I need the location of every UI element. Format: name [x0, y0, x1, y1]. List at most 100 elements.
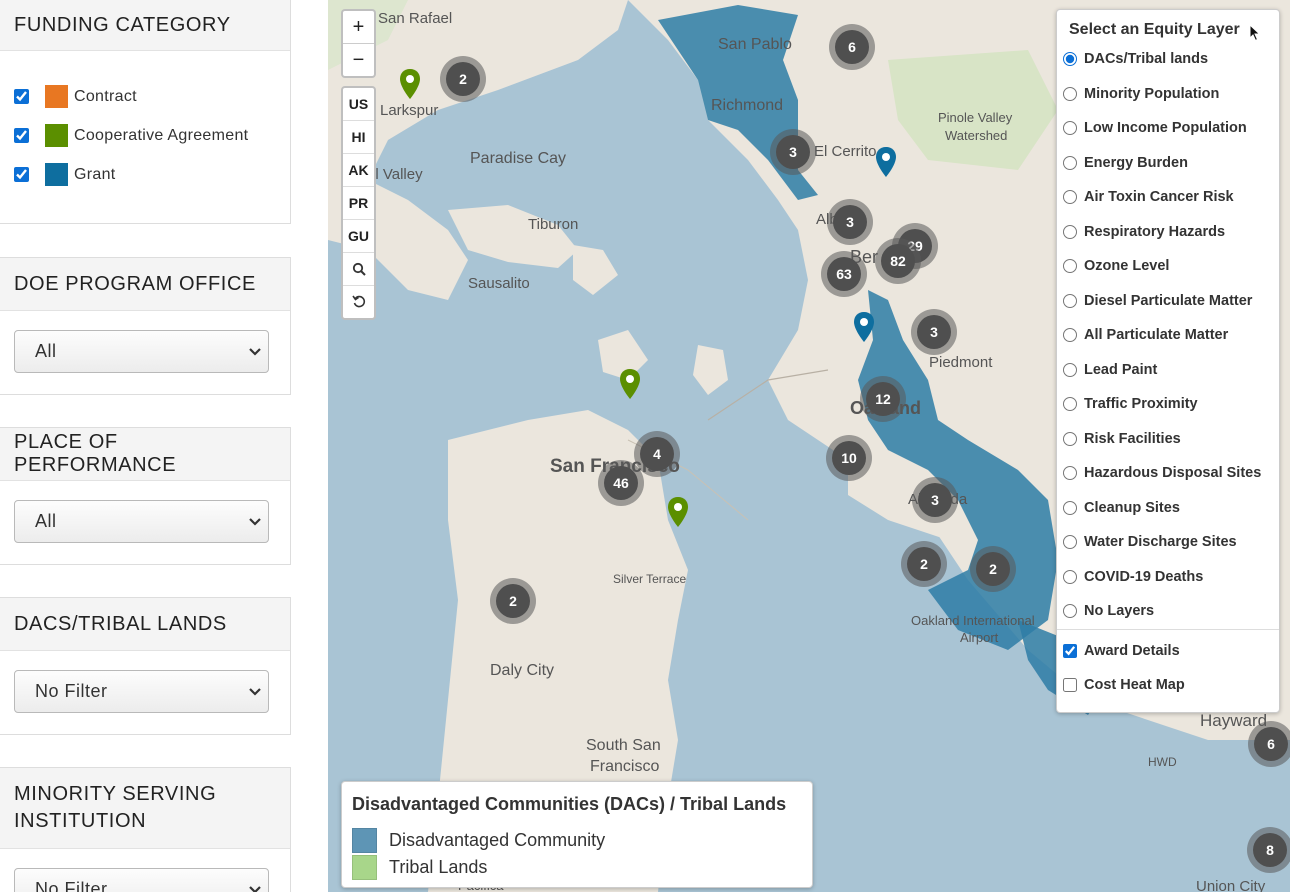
- equity-layer-panel: Select an Equity Layer DACs/Tribal lands…: [1056, 9, 1280, 713]
- cost-heat-map-toggle[interactable]: Cost Heat Map: [1063, 675, 1185, 695]
- equity-layer-radio[interactable]: [1063, 155, 1077, 170]
- map-cluster[interactable]: 10: [826, 435, 872, 481]
- region-gu-button[interactable]: GU: [343, 219, 374, 252]
- map-cluster[interactable]: 2: [440, 56, 486, 102]
- equity-layer-radio[interactable]: [1063, 500, 1077, 515]
- equity-layer-option[interactable]: DACs/Tribal lands: [1063, 49, 1208, 69]
- minority-serving-select[interactable]: No Filter: [14, 868, 269, 892]
- legend-item-tribal: Tribal Lands: [352, 855, 487, 880]
- cooperative-agreement-checkbox[interactable]: [14, 128, 29, 143]
- place-of-performance-select[interactable]: All: [14, 500, 269, 543]
- region-ak-button[interactable]: AK: [343, 153, 374, 186]
- map-search-button[interactable]: [343, 252, 374, 285]
- equity-layer-radio[interactable]: [1063, 259, 1077, 273]
- map-cluster[interactable]: 12: [860, 376, 906, 422]
- cluster-count: 63: [827, 257, 861, 291]
- map-cluster[interactable]: 46: [598, 460, 644, 506]
- map-cluster[interactable]: 2: [901, 541, 947, 587]
- equity-layer-option[interactable]: All Particulate Matter: [1063, 325, 1228, 345]
- map-marker-pin-icon[interactable]: [853, 311, 875, 343]
- map-cluster[interactable]: 82: [875, 238, 921, 284]
- equity-layer-radio[interactable]: [1063, 328, 1077, 342]
- equity-layer-radio[interactable]: [1063, 190, 1077, 204]
- map-marker-pin-icon[interactable]: [619, 368, 641, 400]
- equity-layer-option[interactable]: Air Toxin Cancer Risk: [1063, 187, 1234, 207]
- equity-layer-radio[interactable]: [1063, 397, 1077, 411]
- equity-layer-radio[interactable]: [1063, 362, 1077, 377]
- equity-layer-radio[interactable]: [1063, 431, 1077, 446]
- equity-layer-label: Energy Burden: [1084, 154, 1188, 171]
- region-hi-button[interactable]: HI: [343, 120, 374, 153]
- equity-layer-option[interactable]: Energy Burden: [1063, 153, 1188, 173]
- map-cluster[interactable]: 63: [821, 251, 867, 297]
- map-cluster[interactable]: 3: [770, 129, 816, 175]
- contract-checkbox[interactable]: [14, 89, 29, 104]
- equity-layer-label: Air Toxin Cancer Risk: [1084, 189, 1234, 205]
- award-details-checkbox[interactable]: [1063, 644, 1077, 658]
- map-cluster[interactable]: 3: [827, 199, 873, 245]
- equity-layer-radio[interactable]: [1063, 466, 1077, 480]
- equity-layer-option[interactable]: Cleanup Sites: [1063, 498, 1180, 518]
- map-cluster[interactable]: 2: [490, 578, 536, 624]
- cluster-count: 3: [833, 205, 867, 239]
- equity-layer-option[interactable]: Water Discharge Sites: [1063, 532, 1237, 552]
- funding-grant-row[interactable]: Grant: [14, 155, 276, 194]
- map-cluster[interactable]: 3: [911, 309, 957, 355]
- map-cluster[interactable]: 8: [1247, 827, 1290, 873]
- map-cluster[interactable]: 3: [912, 477, 958, 523]
- equity-layer-option[interactable]: Respiratory Hazards: [1063, 222, 1225, 242]
- map-marker-pin-icon[interactable]: [667, 496, 689, 528]
- award-details-toggle[interactable]: Award Details: [1063, 641, 1180, 661]
- cluster-count: 2: [907, 547, 941, 581]
- place-sausalito: Sausalito: [468, 275, 530, 292]
- equity-layer-radio[interactable]: [1063, 121, 1077, 135]
- equity-layer-option[interactable]: Risk Facilities: [1063, 429, 1181, 449]
- place-pinole-line1: Pinole Valley: [938, 110, 1013, 125]
- grant-checkbox[interactable]: [14, 167, 29, 182]
- map-marker-pin-icon[interactable]: [399, 68, 421, 100]
- equity-layer-option[interactable]: Hazardous Disposal Sites: [1063, 463, 1261, 483]
- equity-layer-option[interactable]: COVID-19 Deaths: [1063, 567, 1203, 587]
- map-cluster[interactable]: 4: [634, 431, 680, 477]
- map-cluster[interactable]: 6: [1248, 721, 1290, 767]
- equity-layer-option[interactable]: No Layers: [1063, 601, 1154, 621]
- equity-layer-radio[interactable]: [1063, 86, 1077, 101]
- place-larkspur: Larkspur: [380, 102, 439, 119]
- region-us-button[interactable]: US: [343, 88, 374, 120]
- equity-layer-option[interactable]: Low Income Population: [1063, 118, 1247, 138]
- equity-layer-option[interactable]: Traffic Proximity: [1063, 394, 1198, 414]
- funding-contract-row[interactable]: Contract: [14, 77, 276, 116]
- equity-layer-radio[interactable]: [1063, 293, 1077, 308]
- equity-layer-option[interactable]: Minority Population: [1063, 84, 1219, 104]
- cost-heat-map-checkbox[interactable]: [1063, 678, 1077, 692]
- equity-layer-radio[interactable]: [1063, 535, 1077, 549]
- minority-serving-value: No Filter: [35, 879, 108, 892]
- place-daly-city: Daly City: [490, 662, 555, 679]
- map-cluster[interactable]: 6: [829, 24, 875, 70]
- chevron-down-icon: [249, 885, 261, 892]
- equity-layer-radio[interactable]: [1063, 569, 1077, 584]
- region-pr-button[interactable]: PR: [343, 186, 374, 219]
- equity-layer-option[interactable]: Ozone Level: [1063, 256, 1169, 276]
- equity-layer-radio[interactable]: [1063, 604, 1077, 618]
- place-ssf-line1: South San: [586, 737, 661, 754]
- map-view[interactable]: San Rafael Larkspur Paradise Cay ll Vall…: [328, 0, 1290, 892]
- equity-layer-label: Diesel Particulate Matter: [1084, 292, 1253, 309]
- program-office-select[interactable]: All: [14, 330, 269, 373]
- minority-serving-card: MINORITY SERVING INSTITUTION No Filter: [0, 767, 291, 892]
- award-details-label: Award Details: [1084, 643, 1180, 659]
- funding-cooperative-row[interactable]: Cooperative Agreement: [14, 116, 276, 155]
- equity-layer-label: Traffic Proximity: [1084, 396, 1198, 412]
- equity-layer-radio[interactable]: [1063, 224, 1077, 239]
- cost-heat-map-label: Cost Heat Map: [1084, 677, 1185, 693]
- place-el-cerrito: El Cerrito: [814, 143, 877, 160]
- map-cluster[interactable]: 2: [970, 546, 1016, 592]
- equity-layer-option[interactable]: Lead Paint: [1063, 360, 1157, 380]
- zoom-in-button[interactable]: +: [343, 11, 374, 43]
- map-marker-pin-icon[interactable]: [875, 146, 897, 178]
- map-reset-button[interactable]: [343, 285, 374, 318]
- zoom-out-button[interactable]: −: [343, 43, 374, 76]
- dacs-tribal-select[interactable]: No Filter: [14, 670, 269, 713]
- equity-layer-option[interactable]: Diesel Particulate Matter: [1063, 291, 1252, 311]
- equity-layer-radio[interactable]: [1063, 52, 1077, 66]
